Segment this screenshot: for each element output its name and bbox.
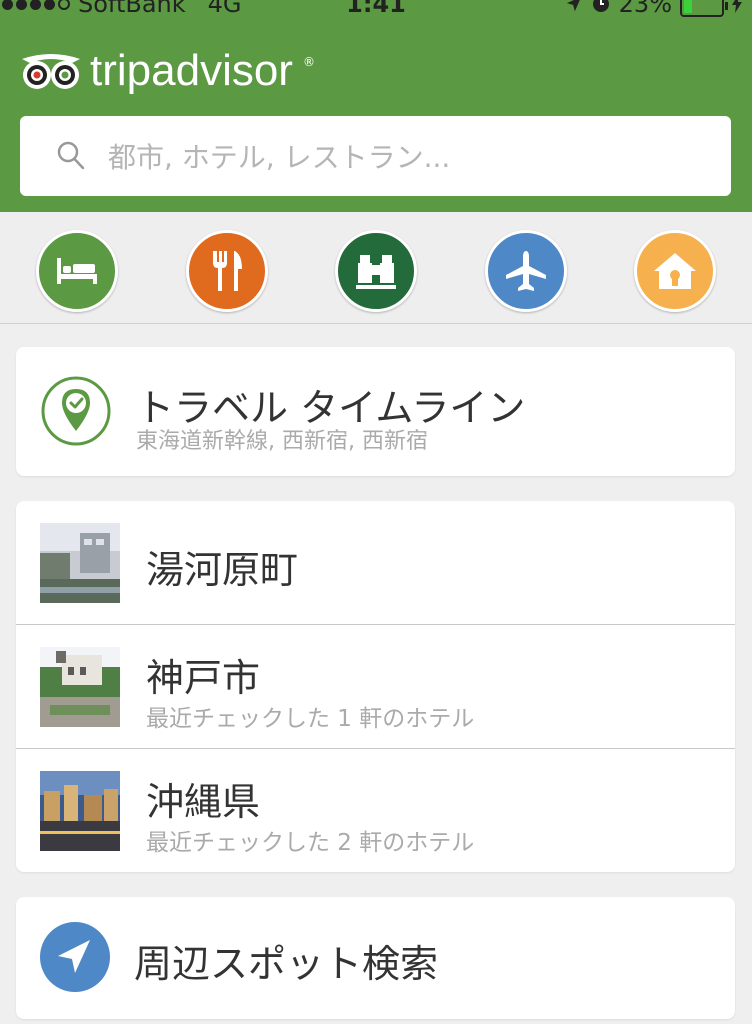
nearby-search-title: 周辺スポット検索 — [134, 942, 439, 986]
list-item-okinawa[interactable]: 沖縄県 最近チェックした 2 軒のホテル — [16, 749, 735, 873]
app-header: SoftBank 4G 1:41 23% tripadvisor ® — [0, 0, 752, 212]
kobe-thumbnail — [40, 647, 120, 727]
battery-icon — [680, 0, 728, 17]
destination-name: 湯河原町 — [146, 548, 299, 592]
restaurants-button[interactable] — [186, 230, 268, 312]
search-icon — [57, 141, 85, 170]
owl-eyes-icon — [22, 54, 80, 89]
fork-knife-icon — [213, 251, 242, 291]
search-input[interactable] — [106, 136, 710, 178]
flights-button[interactable] — [485, 230, 567, 312]
nearby-search-card[interactable]: 周辺スポット検索 — [16, 897, 735, 1019]
destination-subtitle: 最近チェックした 2 軒のホテル — [146, 830, 475, 856]
category-bar — [0, 212, 752, 324]
hotels-button[interactable] — [36, 230, 118, 312]
location-check-icon — [41, 376, 111, 446]
recent-destinations-card: 湯河原町 神戸市 最近チェックした 1 軒のホテル 沖縄県 最近チェックした 2… — [16, 501, 735, 872]
travel-timeline-card[interactable]: トラベル タイムライン 東海道新幹線, 西新宿, 西新宿 — [16, 347, 735, 476]
location-arrow-icon — [40, 922, 110, 992]
airplane-icon — [506, 251, 546, 291]
logo-registered-mark: ® — [302, 55, 315, 69]
tripadvisor-logo: tripadvisor ® — [20, 46, 315, 96]
house-icon — [654, 253, 696, 289]
location-arrow-icon — [566, 0, 580, 12]
list-item-yugawara[interactable]: 湯河原町 — [16, 501, 735, 625]
charging-icon — [732, 0, 742, 13]
destination-subtitle: 最近チェックした 1 軒のホテル — [146, 706, 475, 732]
alarm-icon — [592, 0, 609, 12]
destination-name: 沖縄県 — [146, 780, 261, 824]
yugawara-thumbnail — [40, 523, 120, 603]
okinawa-thumbnail — [40, 771, 120, 851]
bed-icon — [57, 258, 97, 284]
status-bar: SoftBank 4G 1:41 23% — [0, 0, 752, 20]
travel-timeline-subtitle: 東海道新幹線, 西新宿, 西新宿 — [136, 429, 428, 454]
battery-percent: 23% — [618, 0, 672, 18]
list-item-kobe[interactable]: 神戸市 最近チェックした 1 軒のホテル — [16, 625, 735, 749]
vacation-rentals-button[interactable] — [634, 230, 716, 312]
destination-name: 神戸市 — [146, 656, 261, 700]
attractions-button[interactable] — [335, 230, 417, 312]
binoculars-icon — [356, 255, 396, 289]
search-bar[interactable] — [20, 116, 731, 196]
logo-wordmark: tripadvisor — [90, 46, 293, 95]
